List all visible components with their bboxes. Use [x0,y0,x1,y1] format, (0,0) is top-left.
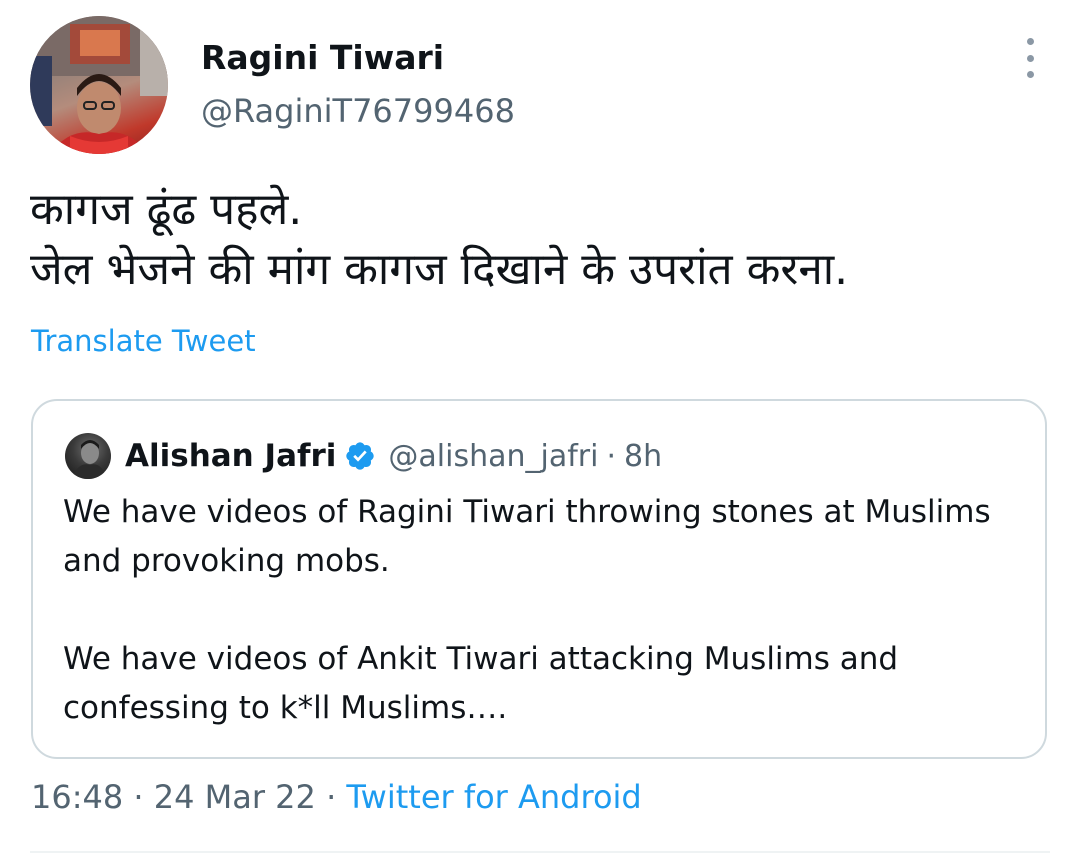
author-name[interactable]: Ragini Tiwari [201,38,444,77]
quoted-timestamp[interactable]: 8h [624,439,662,474]
tweet-text-line: कागज ढूंढ पहले. [30,184,303,235]
tweet-meta: 16:48 · 24 Mar 22 · Twitter for Android [31,778,642,816]
quoted-author-name[interactable]: Alishan Jafri [125,438,336,474]
verified-badge-icon [346,442,375,470]
quoted-tweet-text: We have videos of Ragini Tiwari throwing… [63,488,1023,733]
tweet-text: कागज ढूंढ पहले. जेल भेजने की मांग कागज दि… [30,180,1050,300]
more-vertical-icon [1026,38,1034,45]
tweet-text-line: जेल भेजने की मांग कागज दिखाने के उपरांत … [30,244,849,295]
meta-separator: · [326,778,337,816]
quoted-author-handle[interactable]: @alishan_jafri [388,439,598,474]
author-handle[interactable]: @RaginiT76799468 [201,92,515,130]
more-vertical-icon-dot [1026,71,1034,78]
meta-separator: · [133,778,144,816]
translate-tweet-link[interactable]: Translate Tweet [31,324,256,358]
quoted-tweet-header: Alishan Jafri @alishan_jafri · 8h [125,433,662,479]
quoted-paragraph: We have videos of Ankit Tiwari attacking… [63,641,899,726]
more-options-button[interactable] [1016,38,1044,78]
more-vertical-icon-dot [1026,54,1034,62]
author-avatar-image [30,16,168,154]
quoted-tweet-card[interactable]: Alishan Jafri @alishan_jafri · 8h We hav… [31,399,1047,759]
quoted-paragraph: We have videos of Ragini Tiwari throwing… [63,494,991,579]
quoted-separator: · [606,438,616,474]
tweet-time[interactable]: 16:48 [31,778,123,816]
author-avatar[interactable] [30,16,168,154]
tweet-date[interactable]: 24 Mar 22 [154,778,316,816]
quoted-author-avatar [65,433,111,479]
quoted-author-avatar-image [71,440,107,479]
tweet-source-link[interactable]: Twitter for Android [346,778,641,816]
divider [30,851,1050,853]
